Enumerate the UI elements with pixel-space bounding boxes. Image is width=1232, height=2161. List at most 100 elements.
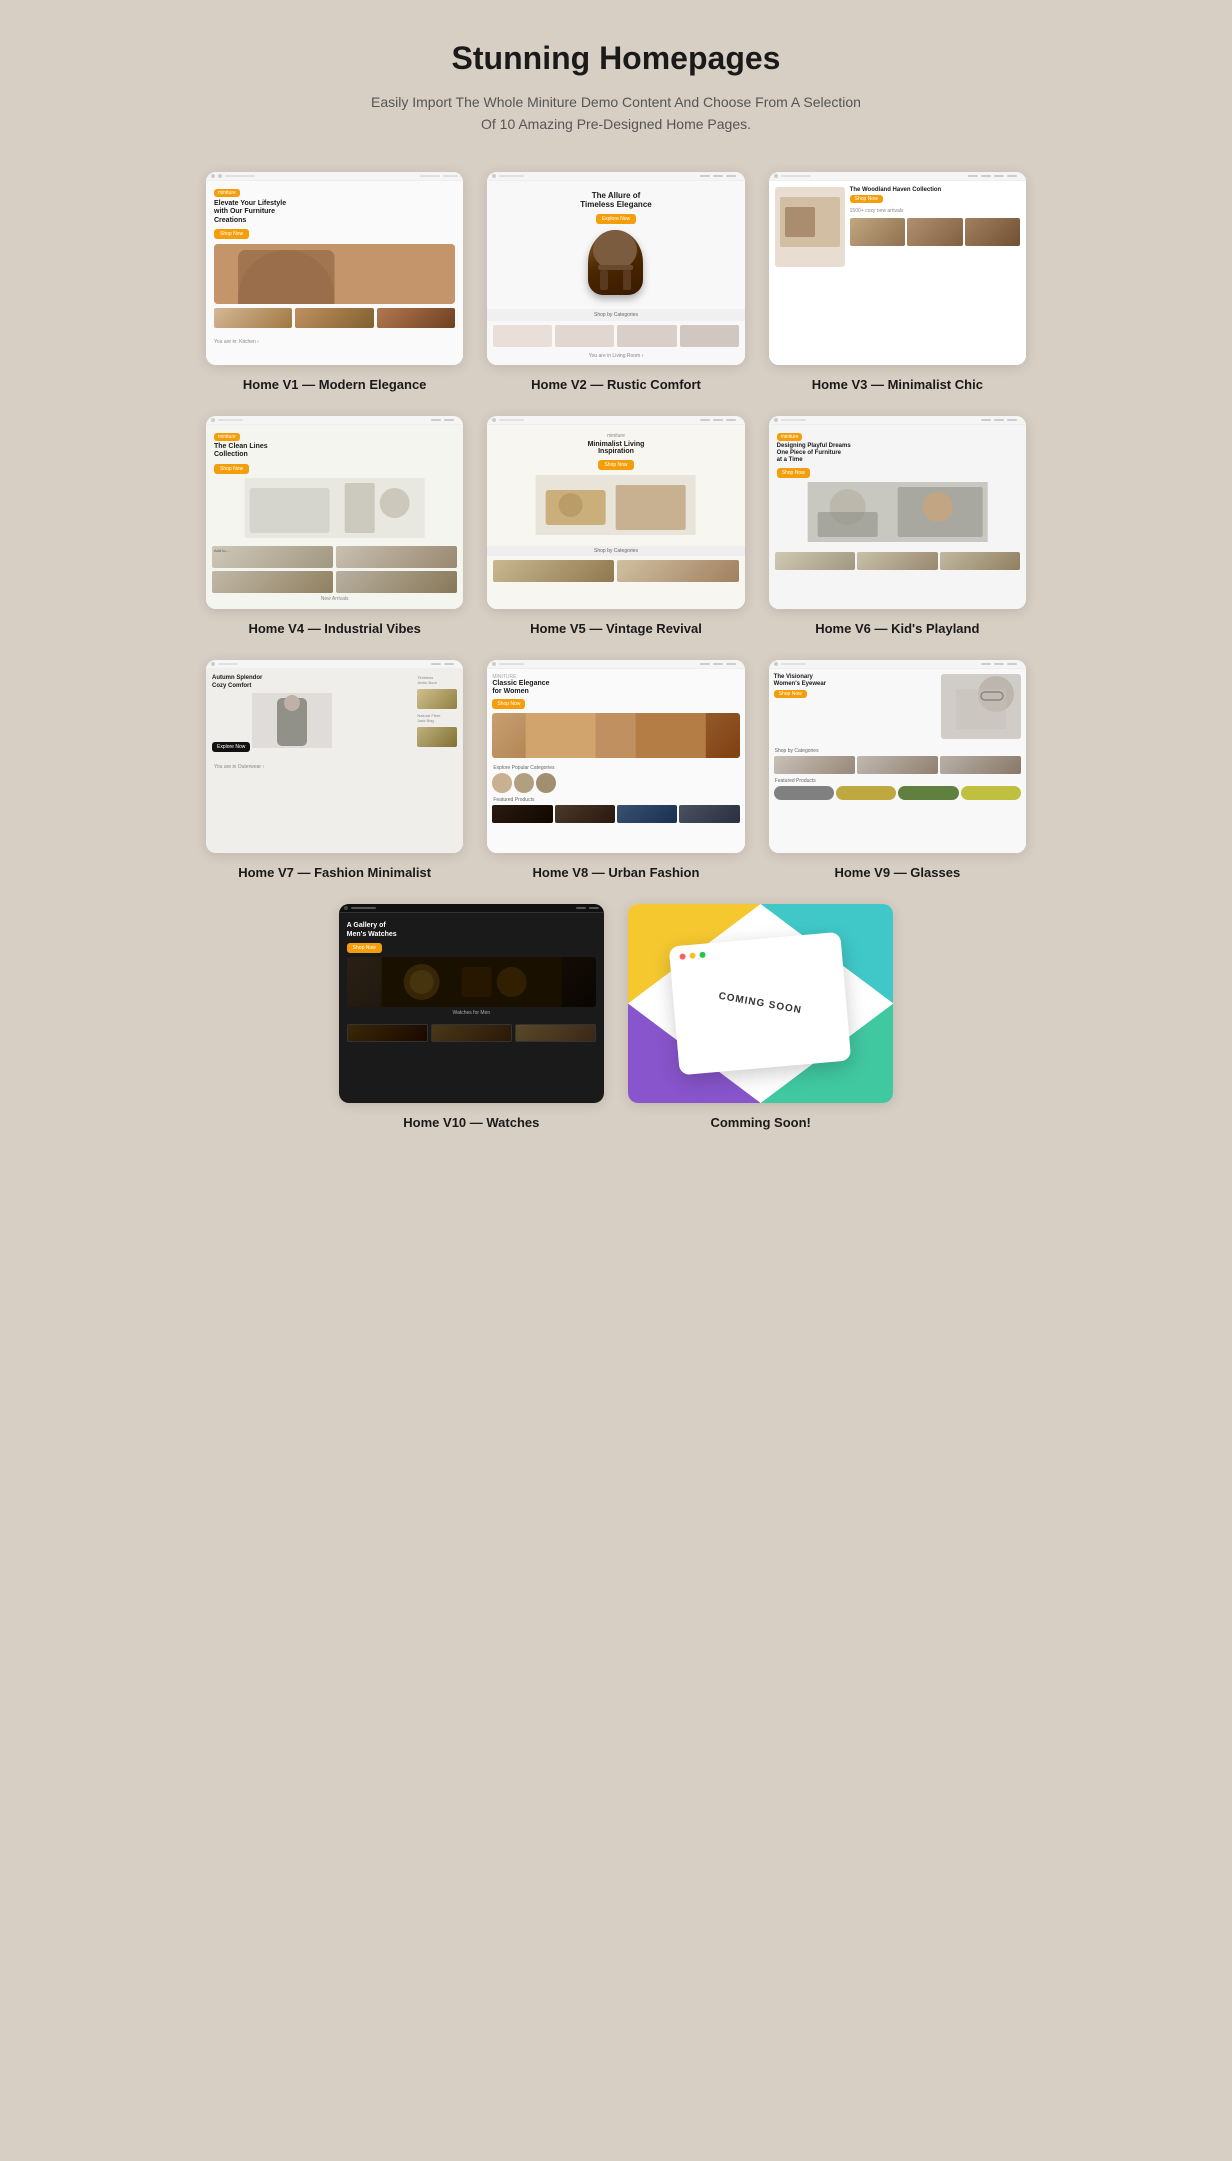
v6-cta[interactable]: Shop Now <box>777 468 810 478</box>
card-label-v1: Home V1 — Modern Elegance <box>243 377 427 392</box>
grid-row-3: Autumn SplendorCozy Comfort Explore Now … <box>206 660 1026 880</box>
v8-cta[interactable]: Shop Now <box>492 699 525 709</box>
dot-green <box>700 951 707 958</box>
mock-nav <box>977 663 1021 665</box>
v9-featured: Featured Products <box>769 776 1026 786</box>
card-preview-v4[interactable]: miniture The Clean LinesCollection Shop … <box>206 416 463 609</box>
v6-hero-text: Designing Playful DreamsOne Piece of Fur… <box>777 443 1018 465</box>
v2-breadcrumb: You are in Living Room › <box>487 351 744 361</box>
v3-layout: The Woodland Haven Collection Shop Now 1… <box>769 181 1026 275</box>
card-v1[interactable]: miniture Elevate Your Lifestylewith Our … <box>206 172 463 392</box>
v8-categories <box>487 773 744 793</box>
mock-nav <box>696 419 740 421</box>
v5-hero-image <box>495 475 736 535</box>
v2-hero-text: The Allure ofTimeless Elegance <box>580 191 651 209</box>
card-label-v3: Home V3 — Minimalist Chic <box>812 377 983 392</box>
card-v5[interactable]: miniture Minimalist LivingInspiration Sh… <box>487 416 744 636</box>
card-preview-v7[interactable]: Autumn SplendorCozy Comfort Explore Now … <box>206 660 463 853</box>
v2-categories <box>487 321 744 351</box>
v8-hero-image <box>492 713 739 758</box>
v5-cta[interactable]: Shop Now <box>598 460 633 470</box>
dot-red <box>680 953 687 960</box>
v10-hero-image <box>347 957 596 1007</box>
mock-line <box>420 175 440 177</box>
card-v3[interactable]: The Woodland Haven Collection Shop Now 1… <box>769 172 1026 392</box>
v7-hero: Autumn SplendorCozy Comfort Explore Now … <box>206 669 463 763</box>
v4-hero-image <box>214 478 455 538</box>
v3-hero-text: The Woodland Haven Collection <box>850 187 1020 193</box>
v9-hero-text: The VisionaryWomen's Eyewear <box>774 674 937 688</box>
card-v7[interactable]: Autumn SplendorCozy Comfort Explore Now … <box>206 660 463 880</box>
mock-line <box>499 663 524 665</box>
v1-badge: miniture <box>214 189 240 197</box>
v3-cta[interactable]: Shop Now <box>850 195 883 203</box>
v5-hero: miniture Minimalist LivingInspiration Sh… <box>487 425 744 543</box>
mock-nav <box>964 175 1021 177</box>
v1-breadcrumb: You are in: Kitchen › <box>206 336 463 348</box>
card-v4[interactable]: miniture The Clean LinesCollection Shop … <box>206 416 463 636</box>
card-v9[interactable]: The VisionaryWomen's Eyewear Shop Now <box>769 660 1026 880</box>
page-container: Stunning Homepages Easily Import The Who… <box>206 40 1026 1130</box>
card-preview-v1[interactable]: miniture Elevate Your Lifestylewith Our … <box>206 172 463 365</box>
card-preview-v10[interactable]: A Gallery ofMen's Watches Shop Now <box>339 904 604 1103</box>
coming-text: COMING SOON <box>718 990 803 1017</box>
card-v8[interactable]: MINITURE Classic Elegancefor Women Shop … <box>487 660 744 880</box>
page-title: Stunning Homepages <box>206 40 1026 77</box>
mock-nav <box>427 663 458 665</box>
v3-product-row <box>850 218 1020 246</box>
v4-new-arrivals: New Arrivals <box>206 593 463 605</box>
mock-nav <box>427 419 458 421</box>
card-label-coming: Comming Soon! <box>710 1115 810 1130</box>
v6-hero: miniture Designing Playful DreamsOne Pie… <box>769 425 1026 553</box>
card-preview-v3[interactable]: The Woodland Haven Collection Shop Now 1… <box>769 172 1026 365</box>
v3-newarrivals: 1500+ cozy new arrivals <box>850 208 1020 214</box>
coming-card-container: COMING SOON <box>628 904 893 1103</box>
v7-item1-image <box>417 689 457 709</box>
card-label-v2: Home V2 — Rustic Comfort <box>531 377 701 392</box>
v9-cta[interactable]: Shop Now <box>774 690 807 698</box>
mock-dot <box>492 174 496 178</box>
card-coming-soon[interactable]: COMING SOON Comming Soon! <box>628 904 893 1130</box>
card-preview-v9[interactable]: The VisionaryWomen's Eyewear Shop Now <box>769 660 1026 853</box>
v5-brand: miniture <box>607 433 625 439</box>
mock-dot <box>211 174 215 178</box>
mock-line <box>781 175 811 177</box>
mock-nav <box>977 419 1021 421</box>
v2-category-bar: Shop by Categories <box>487 309 744 321</box>
v9-categories <box>769 756 1026 774</box>
v4-cta[interactable]: Shop Now <box>214 464 249 474</box>
card-v6[interactable]: miniture Designing Playful DreamsOne Pie… <box>769 416 1026 636</box>
v7-items: TimelessArctic Boot Natural FibreJack Ba… <box>417 675 457 757</box>
v10-cta[interactable]: Shop Now <box>347 943 382 953</box>
v1-hero-image <box>214 244 455 304</box>
v1-hero-text: Elevate Your Lifestylewith Our Furniture… <box>214 200 455 225</box>
card-label-v10: Home V10 — Watches <box>403 1115 539 1130</box>
v8-hero: MINITURE Classic Elegancefor Women Shop … <box>487 669 744 763</box>
mock-line <box>781 663 806 665</box>
dot-yellow <box>690 952 697 959</box>
v7-cta[interactable]: Explore Now <box>212 742 250 752</box>
mock-dot <box>774 418 778 422</box>
card-v10[interactable]: A Gallery ofMen's Watches Shop Now <box>339 904 604 1130</box>
v2-chair-image <box>588 230 643 295</box>
card-preview-v5[interactable]: miniture Minimalist LivingInspiration Sh… <box>487 416 744 609</box>
card-preview-v8[interactable]: MINITURE Classic Elegancefor Women Shop … <box>487 660 744 853</box>
mock-dot <box>211 662 215 666</box>
card-preview-v2[interactable]: The Allure ofTimeless Elegance Explore N… <box>487 172 744 365</box>
v1-cta[interactable]: Shop Now <box>214 229 249 239</box>
grid-row-4: A Gallery ofMen's Watches Shop Now <box>206 904 1026 1130</box>
v3-text-area: The Woodland Haven Collection Shop Now 1… <box>850 187 1020 269</box>
v2-cta[interactable]: Explore Now <box>596 214 636 224</box>
mock-dot <box>492 418 496 422</box>
v9-category-label: Shop by Categories <box>769 746 1026 756</box>
card-label-v6: Home V6 — Kid's Playland <box>815 621 979 636</box>
mock-line <box>499 175 524 177</box>
v9-person-image <box>941 674 1021 739</box>
coming-card: COMING SOON <box>669 931 852 1075</box>
v8-hero-text: Classic Elegancefor Women <box>492 680 739 697</box>
card-v2[interactable]: The Allure ofTimeless Elegance Explore N… <box>487 172 744 392</box>
v9-text: The VisionaryWomen's Eyewear Shop Now <box>774 674 937 741</box>
v6-badge: miniture <box>777 433 803 441</box>
card-preview-v6[interactable]: miniture Designing Playful DreamsOne Pie… <box>769 416 1026 609</box>
mock-nav <box>696 663 740 665</box>
